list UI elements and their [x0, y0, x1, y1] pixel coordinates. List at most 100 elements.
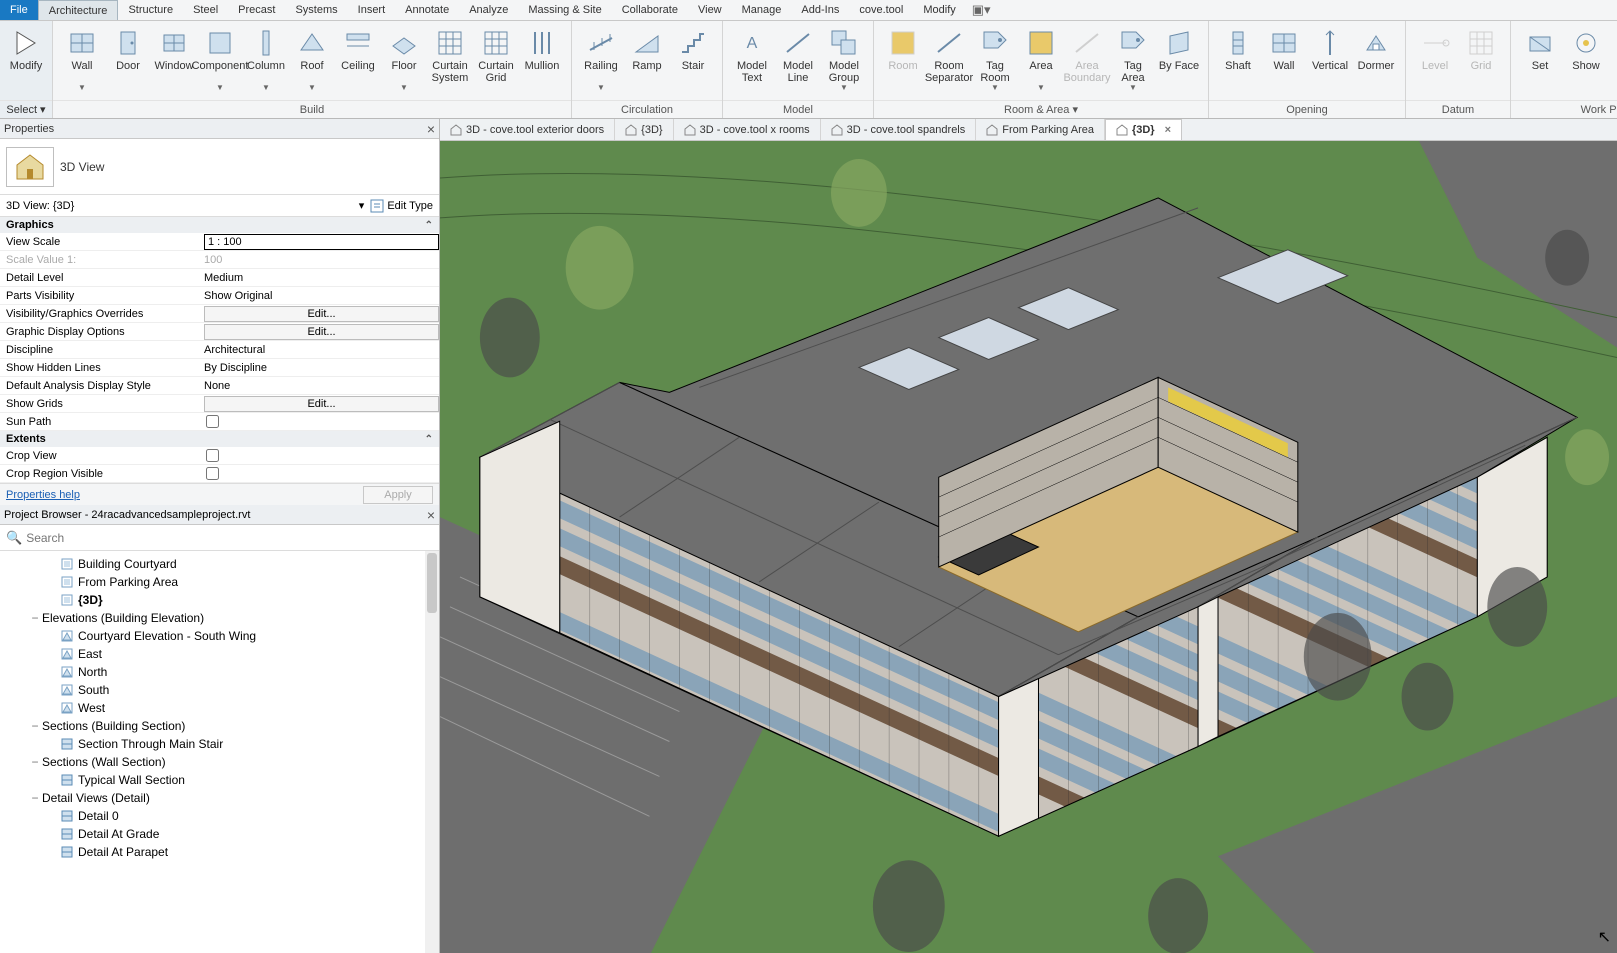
viewport-canvas[interactable]: ↖: [440, 141, 1617, 953]
prop-row-visibility-graphics-overrides: Visibility/Graphics OverridesEdit...: [0, 305, 439, 323]
tree-twisty-icon[interactable]: −: [28, 791, 42, 805]
grid-icon: [1466, 28, 1496, 58]
view-tab-3d-cove-tool-x-rooms[interactable]: 3D - cove.tool x rooms: [674, 119, 821, 140]
menu-tab-steel[interactable]: Steel: [183, 0, 228, 20]
ribbon-model-group-button[interactable]: Model Group▼: [821, 25, 867, 95]
edit-type-button[interactable]: Edit Type: [370, 199, 433, 213]
tree-twisty-icon[interactable]: −: [28, 755, 42, 769]
tree-node-sections-wall-section-[interactable]: −Sections (Wall Section): [2, 753, 439, 771]
tree-node-courtyard-elevation-south-wing[interactable]: Courtyard Elevation - South Wing: [2, 627, 439, 645]
ribbon-tag-room-button[interactable]: Tag Room▼: [972, 25, 1018, 95]
ribbon-by-face-button[interactable]: By Face: [1156, 25, 1202, 87]
edit-cell-button[interactable]: Edit...: [204, 396, 439, 412]
tree-scrollbar[interactable]: [425, 551, 439, 953]
menu-tab-structure[interactable]: Structure: [118, 0, 183, 20]
ribbon-dormer-button[interactable]: Dormer: [1353, 25, 1399, 87]
type-name: 3D View: [60, 160, 104, 174]
menu-tab-cove-tool[interactable]: cove.tool: [849, 0, 913, 20]
view-tab-from-parking-area[interactable]: From Parking Area: [976, 119, 1105, 140]
tree-node-east[interactable]: East: [2, 645, 439, 663]
menu-tab-systems[interactable]: Systems: [285, 0, 347, 20]
view-tab-3d-cove-tool-spandrels[interactable]: 3D - cove.tool spandrels: [821, 119, 977, 140]
tree-node-from-parking-area[interactable]: From Parking Area: [2, 573, 439, 591]
menu-tab-collaborate[interactable]: Collaborate: [612, 0, 688, 20]
ribbon-set-button[interactable]: Set: [1517, 25, 1563, 87]
ribbon-railing-button[interactable]: Railing▼: [578, 25, 624, 95]
tree-twisty-icon[interactable]: −: [28, 611, 42, 625]
tree-node-south[interactable]: South: [2, 681, 439, 699]
menu-tab-manage[interactable]: Manage: [732, 0, 792, 20]
tree-node-detail-at-parapet[interactable]: Detail At Parapet: [2, 843, 439, 861]
ribbon-show-button[interactable]: Show: [1563, 25, 1609, 87]
menu-tab-view[interactable]: View: [688, 0, 732, 20]
ribbon-vertical-button[interactable]: Vertical: [1307, 25, 1353, 87]
menu-tab-insert[interactable]: Insert: [348, 0, 396, 20]
ribbon-door-button[interactable]: Door: [105, 25, 151, 87]
ribbon-column-button[interactable]: Column▼: [243, 25, 289, 95]
prop-category-extents[interactable]: Extents⌃: [0, 431, 439, 447]
edit-cell-button[interactable]: Edit...: [204, 324, 439, 340]
ribbon-window-button[interactable]: Window: [151, 25, 197, 87]
scrollbar-thumb[interactable]: [427, 553, 437, 613]
tree-node-building-courtyard[interactable]: Building Courtyard: [2, 555, 439, 573]
ribbon-stair-button[interactable]: Stair: [670, 25, 716, 87]
tree-node-sections-building-section-[interactable]: −Sections (Building Section): [2, 717, 439, 735]
tree-node-north[interactable]: North: [2, 663, 439, 681]
menu-tab-massing-site[interactable]: Massing & Site: [518, 0, 611, 20]
view-tab--3d-[interactable]: {3D}: [615, 119, 673, 140]
search-input[interactable]: [26, 531, 433, 545]
ribbon-area-button[interactable]: Area▼: [1018, 25, 1064, 95]
tree-node--3d-[interactable]: {3D}: [2, 591, 439, 609]
dropdown-caret-icon: ▼: [1129, 84, 1137, 92]
menu-tab-precast[interactable]: Precast: [228, 0, 285, 20]
tree-node-detail-views-detail-[interactable]: −Detail Views (Detail): [2, 789, 439, 807]
ribbon-wall-button[interactable]: Wall▼: [59, 25, 105, 95]
tree-node-detail-0[interactable]: Detail 0: [2, 807, 439, 825]
tree-node-elevations-building-elevation-[interactable]: −Elevations (Building Elevation): [2, 609, 439, 627]
prop-category-graphics[interactable]: Graphics⌃: [0, 217, 439, 233]
prop-checkbox[interactable]: [206, 415, 219, 428]
ribbon-component-button[interactable]: Component▼: [197, 25, 243, 95]
edit-cell-button[interactable]: Edit...: [204, 306, 439, 322]
ribbon-shaft-button[interactable]: Shaft: [1215, 25, 1261, 87]
ribbon-model-text-button[interactable]: AModel Text: [729, 25, 775, 87]
prop-input[interactable]: [204, 234, 439, 250]
ribbon-wall-button[interactable]: Wall: [1261, 25, 1307, 87]
properties-close-icon[interactable]: ×: [427, 121, 435, 137]
type-selector[interactable]: 3D View: [0, 139, 439, 195]
ribbon-ceiling-button[interactable]: Ceiling: [335, 25, 381, 87]
menu-tab-analyze[interactable]: Analyze: [459, 0, 518, 20]
tree-node-west[interactable]: West: [2, 699, 439, 717]
ribbon-tag-area-button[interactable]: Tag Area▼: [1110, 25, 1156, 95]
ribbon-room-separator-button[interactable]: Room Separator: [926, 25, 972, 87]
apply-button[interactable]: Apply: [363, 486, 433, 504]
project-browser-tree: Building CourtyardFrom Parking Area{3D}−…: [0, 551, 439, 953]
properties-help-link[interactable]: Properties help: [6, 489, 80, 501]
view-tab-3d-cove-tool-exterior-doors[interactable]: 3D - cove.tool exterior doors: [440, 119, 615, 140]
view-tab--3d-[interactable]: {3D}×: [1105, 119, 1182, 140]
menu-tab-modify[interactable]: Modify: [913, 0, 965, 20]
tree-node-section-through-main-stair[interactable]: Section Through Main Stair: [2, 735, 439, 753]
menu-tab-annotate[interactable]: Annotate: [395, 0, 459, 20]
select-group-label[interactable]: Select ▾: [0, 100, 52, 118]
menu-tab-architecture[interactable]: Architecture: [38, 0, 119, 20]
ribbon-curtain-system-button[interactable]: Curtain System: [427, 25, 473, 87]
close-tab-icon[interactable]: ×: [1165, 124, 1171, 136]
modify-button[interactable]: Modify: [6, 25, 46, 87]
external-tools-icon[interactable]: ▣▾: [972, 0, 991, 20]
file-menu[interactable]: File: [0, 0, 38, 20]
prop-checkbox[interactable]: [206, 449, 219, 462]
ribbon-mullion-button[interactable]: Mullion: [519, 25, 565, 87]
ribbon-model-line-button[interactable]: Model Line: [775, 25, 821, 87]
project-browser-close-icon[interactable]: ×: [427, 507, 435, 523]
tree-twisty-icon[interactable]: −: [28, 719, 42, 733]
ribbon-floor-button[interactable]: Floor▼: [381, 25, 427, 95]
prop-checkbox[interactable]: [206, 467, 219, 480]
ribbon-ramp-button[interactable]: Ramp: [624, 25, 670, 87]
ribbon-curtain-grid-button[interactable]: Curtain Grid: [473, 25, 519, 87]
ribbon-roof-button[interactable]: Roof▼: [289, 25, 335, 95]
instance-dropdown-icon[interactable]: ▾: [359, 199, 365, 212]
menu-tab-add-ins[interactable]: Add-Ins: [791, 0, 849, 20]
tree-node-typical-wall-section[interactable]: Typical Wall Section: [2, 771, 439, 789]
tree-node-detail-at-grade[interactable]: Detail At Grade: [2, 825, 439, 843]
